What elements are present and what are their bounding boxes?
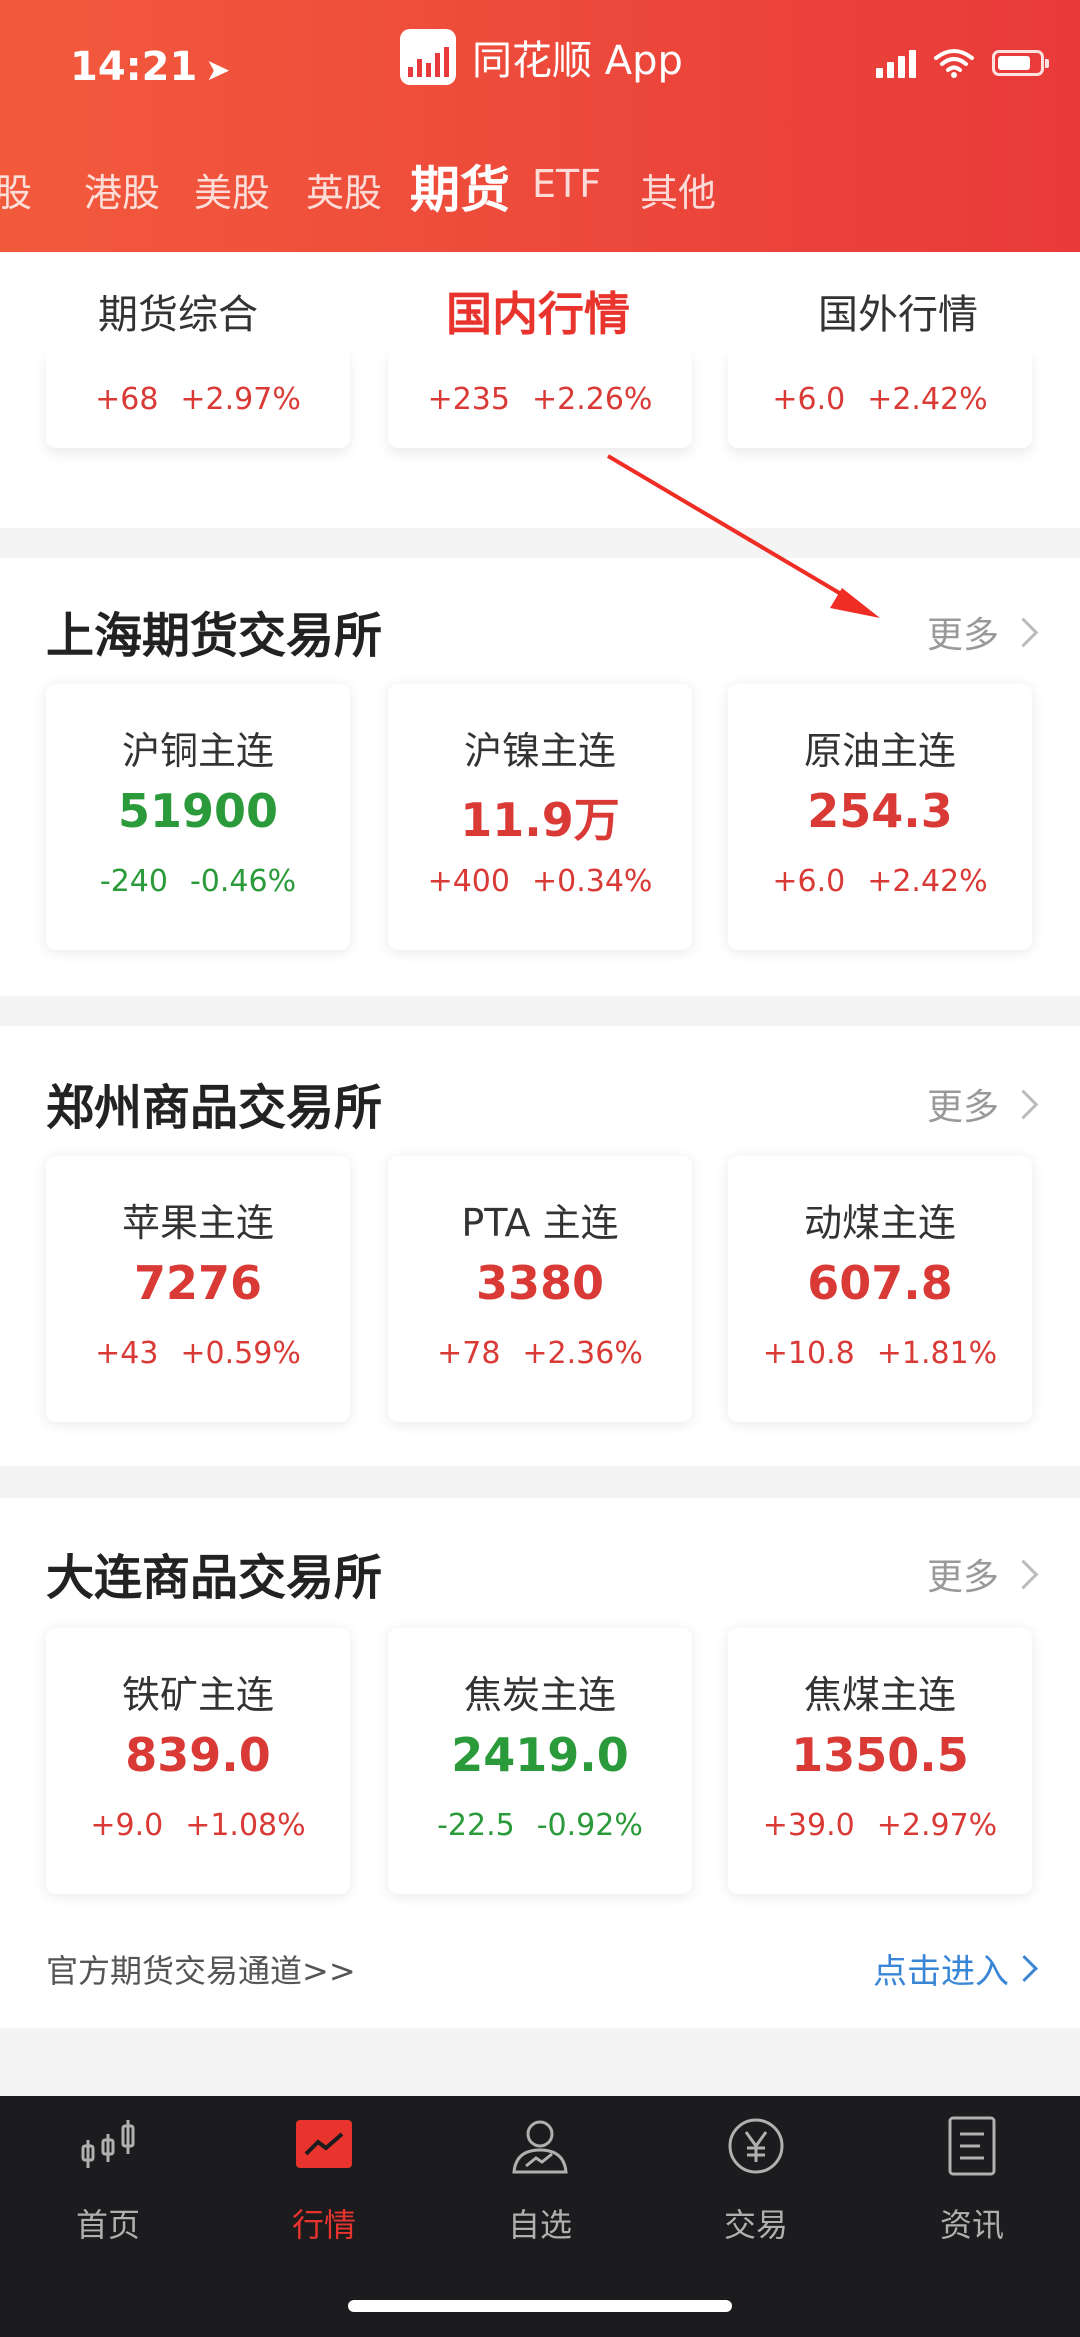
market-tab-other[interactable]: 其他 <box>640 162 716 217</box>
chevron-right-icon <box>1008 1559 1039 1589</box>
nav-trade-label: 交易 <box>723 2206 788 2244</box>
candlestick-icon <box>81 2120 135 2168</box>
card-change: +9.0 +1.08% <box>90 1808 306 1843</box>
card-name: 原油主连 <box>803 729 956 773</box>
card-price: 839.0 <box>125 1728 271 1782</box>
card-change: +6.0 +2.42% <box>772 864 988 899</box>
card-price: 11.9万 <box>460 793 620 847</box>
card-change: -22.5 -0.92% <box>437 1808 643 1843</box>
card-price: 607.8 <box>807 1256 953 1310</box>
card-name: 焦炭主连 <box>463 1673 616 1717</box>
nav-market-label: 行情 <box>291 2206 356 2244</box>
card-price: 3380 <box>475 1256 605 1310</box>
more-button[interactable]: 更多 <box>927 1548 1039 1600</box>
chart-icon <box>296 2120 352 2168</box>
header: 14:21 ➤ 同花顺 App 股 港股 美股 英股 期货 ETF 其他 <box>0 0 1080 252</box>
click-enter-link[interactable]: 点击进入 <box>873 1944 1038 1993</box>
chevron-right-icon <box>1011 1955 1038 1982</box>
chevron-right-icon <box>1008 1089 1039 1119</box>
tab-foreign-quotes[interactable]: 国外行情 <box>818 282 978 340</box>
app-title-text: 同花顺 App <box>472 38 683 84</box>
more-button[interactable]: 更多 <box>927 1078 1039 1130</box>
yen-coin-icon <box>728 2118 784 2174</box>
clock: 14:21 <box>70 44 198 90</box>
tab-futures-overview[interactable]: 期货综合 <box>98 282 258 340</box>
quote-card[interactable]: 铁矿主连 839.0 +9.0 +1.08% <box>46 1628 350 1894</box>
card-price: 254.3 <box>807 784 953 838</box>
card-name: 沪镍主连 <box>463 729 616 773</box>
quote-card[interactable]: +235 +2.26% <box>388 348 692 448</box>
market-tab-futures[interactable]: 期货 <box>410 150 510 222</box>
battery-icon <box>992 50 1049 76</box>
home-indicator <box>348 2300 732 2312</box>
app-logo-icon <box>400 29 456 85</box>
card-price: 7276 <box>133 1256 263 1310</box>
card-price: 51900 <box>117 784 279 838</box>
card-change: +78 +2.36% <box>437 1336 643 1371</box>
card-change: -240 -0.46% <box>99 864 297 899</box>
card-change: +68 +2.97% <box>95 382 301 417</box>
wifi-icon <box>934 49 974 78</box>
person-icon <box>512 2120 568 2174</box>
section-czce: 郑州商品交易所 更多 苹果主连 7276 +43 +0.59% PTA 主连 33… <box>0 1026 1080 1466</box>
section-title: 上海期货交易所 <box>46 608 383 664</box>
card-name: 焦煤主连 <box>803 1673 956 1717</box>
quote-card[interactable]: +6.0 +2.42% <box>728 348 1032 448</box>
card-name: PTA 主连 <box>461 1201 619 1245</box>
official-channel-link[interactable]: 官方期货交易通道>> <box>46 1946 356 1992</box>
card-name: 铁矿主连 <box>121 1673 274 1717</box>
card-name: 沪铜主连 <box>121 729 274 773</box>
market-tab-etf[interactable]: ETF <box>532 162 601 206</box>
market-tab-hk[interactable]: 港股 <box>84 162 160 217</box>
location-arrow-icon: ➤ <box>205 53 231 88</box>
nav-home-label: 首页 <box>75 2206 140 2244</box>
card-name: 动煤主连 <box>803 1201 956 1245</box>
section-shfe: 上海期货交易所 更多 沪铜主连 51900 -240 -0.46% 沪镍主连 11… <box>0 558 1080 996</box>
nav-trade[interactable]: 交易 <box>686 2114 826 2246</box>
quote-card[interactable]: +68 +2.97% <box>46 348 350 448</box>
nav-market[interactable]: 行情 <box>254 2114 394 2246</box>
card-change: +400 +0.34% <box>427 864 653 899</box>
more-button[interactable]: 更多 <box>927 606 1039 658</box>
quote-card[interactable]: 焦炭主连 2419.0 -22.5 -0.92% <box>388 1628 692 1894</box>
nav-watchlist[interactable]: 自选 <box>470 2114 610 2246</box>
nav-watchlist-label: 自选 <box>507 2206 572 2244</box>
card-change: +235 +2.26% <box>427 382 653 417</box>
nav-news-label: 资讯 <box>939 2206 1004 2244</box>
card-name: 苹果主连 <box>121 1201 274 1245</box>
market-tab-uk[interactable]: 英股 <box>306 162 382 217</box>
section-title: 大连商品交易所 <box>46 1550 383 1606</box>
card-change: +6.0 +2.42% <box>772 382 988 417</box>
document-icon <box>948 2116 996 2176</box>
signal-icon <box>876 48 916 78</box>
section-title: 郑州商品交易所 <box>46 1080 383 1136</box>
app-title: 同花顺 App <box>400 22 683 92</box>
nav-home[interactable]: 首页 <box>38 2114 178 2246</box>
market-tab-stock[interactable]: 股 <box>0 162 32 217</box>
chevron-right-icon <box>1008 617 1039 647</box>
market-tabs: 股 港股 美股 英股 期货 ETF 其他 <box>0 150 1080 230</box>
card-change: +39.0 +2.97% <box>762 1808 998 1843</box>
market-tab-us[interactable]: 美股 <box>194 162 270 217</box>
status-time: 14:21 ➤ <box>70 44 230 90</box>
section-dce: 大连商品交易所 更多 铁矿主连 839.0 +9.0 +1.08% 焦炭主连 24… <box>0 1498 1080 2028</box>
quote-card[interactable]: 沪铜主连 51900 -240 -0.46% <box>46 684 350 950</box>
card-change: +43 +0.59% <box>95 1336 301 1371</box>
card-price: 1350.5 <box>791 1728 969 1782</box>
quote-card[interactable]: 苹果主连 7276 +43 +0.59% <box>46 1156 350 1422</box>
status-indicators <box>876 48 1049 78</box>
quote-card[interactable]: 动煤主连 607.8 +10.8 +1.81% <box>728 1156 1032 1422</box>
nav-news[interactable]: 资讯 <box>902 2114 1042 2246</box>
quote-card[interactable]: 原油主连 254.3 +6.0 +2.42% <box>728 684 1032 950</box>
section-partial: +68 +2.97% +235 +2.26% +6.0 +2.42% <box>0 348 1080 528</box>
card-price: 2419.0 <box>451 1728 629 1782</box>
tab-domestic-quotes[interactable]: 国内行情 <box>446 278 630 344</box>
card-change: +10.8 +1.81% <box>762 1336 998 1371</box>
quote-card[interactable]: PTA 主连 3380 +78 +2.36% <box>388 1156 692 1422</box>
quote-card[interactable]: 沪镍主连 11.9万 +400 +0.34% <box>388 684 692 950</box>
quote-card[interactable]: 焦煤主连 1350.5 +39.0 +2.97% <box>728 1628 1032 1894</box>
